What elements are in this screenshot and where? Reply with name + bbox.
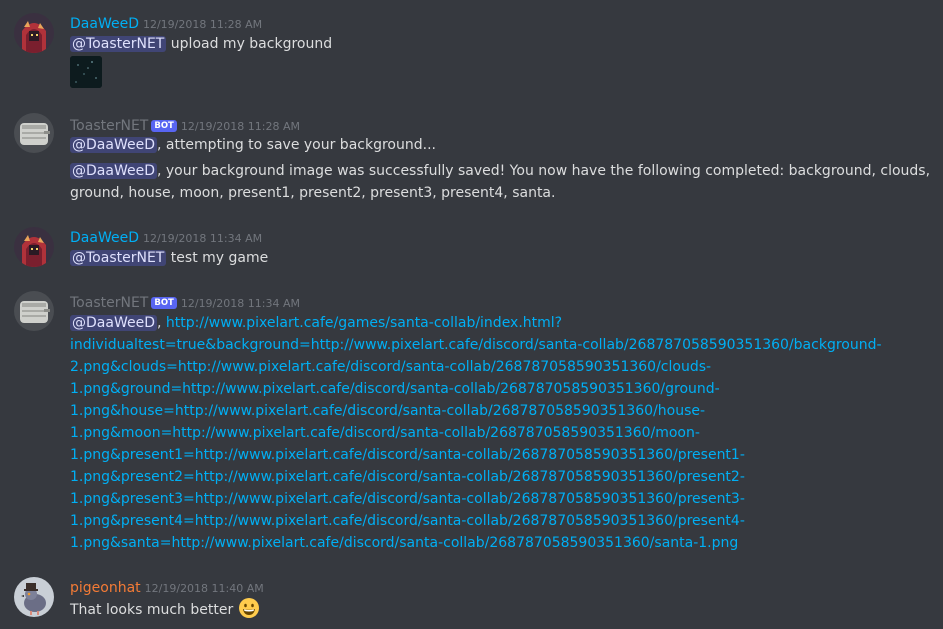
mention[interactable]: @DaaWeeD (70, 163, 157, 179)
username[interactable]: pigeonhat (70, 580, 141, 596)
message-text: test my game (166, 250, 269, 266)
game-link[interactable]: 1.png&present2=http://www.pixelart.cafe/… (70, 466, 745, 488)
game-link[interactable]: 1.png&santa=http://www.pixelart.cafe/dis… (70, 532, 738, 554)
game-link[interactable]: http://www.pixelart.cafe/games/santa-col… (166, 315, 562, 331)
game-link[interactable]: 1.png&ground=http://www.pixelart.cafe/di… (70, 378, 720, 400)
username[interactable]: ToasterNET (70, 295, 148, 311)
message-text: ground, house, moon, present1, present2,… (70, 185, 556, 201)
timestamp: 12/19/2018 11:28 AM (142, 18, 263, 31)
message-text: , (156, 315, 166, 331)
message-text: upload my background (166, 36, 333, 52)
timestamp: 12/19/2018 11:40 AM (144, 582, 264, 595)
avatar-daaweed[interactable] (14, 13, 54, 53)
avatar-pigeonhat[interactable] (14, 577, 54, 617)
timestamp: 12/19/2018 11:34 AM (180, 297, 300, 310)
avatar-daaweed[interactable] (14, 227, 54, 267)
message-text: , attempting to save your background... (156, 137, 436, 153)
image-attachment-icon[interactable] (70, 56, 102, 88)
mention[interactable]: @DaaWeeD (70, 137, 157, 153)
mention[interactable]: @ToasterNET (70, 250, 167, 266)
username[interactable]: DaaWeeD (70, 230, 139, 246)
game-link[interactable]: 1.png&present1=http://www.pixelart.cafe/… (70, 444, 745, 466)
username[interactable]: ToasterNET (70, 118, 148, 134)
bot-badge: BOT (151, 297, 177, 309)
message-text: , your background image was successfully… (156, 163, 931, 179)
bot-badge: BOT (151, 120, 177, 132)
message-text: That looks much better (70, 602, 238, 618)
avatar-toasternet[interactable] (14, 113, 54, 153)
grinning-emoji-icon (238, 597, 260, 626)
game-link[interactable]: 1.png&moon=http://www.pixelart.cafe/disc… (70, 422, 700, 444)
game-link[interactable]: 1.png&present3=http://www.pixelart.cafe/… (70, 488, 745, 510)
mention[interactable]: @DaaWeeD (70, 315, 157, 331)
game-link[interactable]: 1.png&present4=http://www.pixelart.cafe/… (70, 510, 745, 532)
avatar-toasternet[interactable] (14, 291, 54, 331)
game-link[interactable]: 2.png&clouds=http://www.pixelart.cafe/di… (70, 356, 711, 378)
game-link[interactable]: 1.png&house=http://www.pixelart.cafe/dis… (70, 400, 705, 422)
username[interactable]: DaaWeeD (70, 16, 139, 32)
game-link[interactable]: individualtest=true&background=http://ww… (70, 334, 882, 356)
timestamp: 12/19/2018 11:34 AM (142, 232, 263, 245)
timestamp: 12/19/2018 11:28 AM (180, 120, 300, 133)
mention[interactable]: @ToasterNET (70, 36, 167, 52)
